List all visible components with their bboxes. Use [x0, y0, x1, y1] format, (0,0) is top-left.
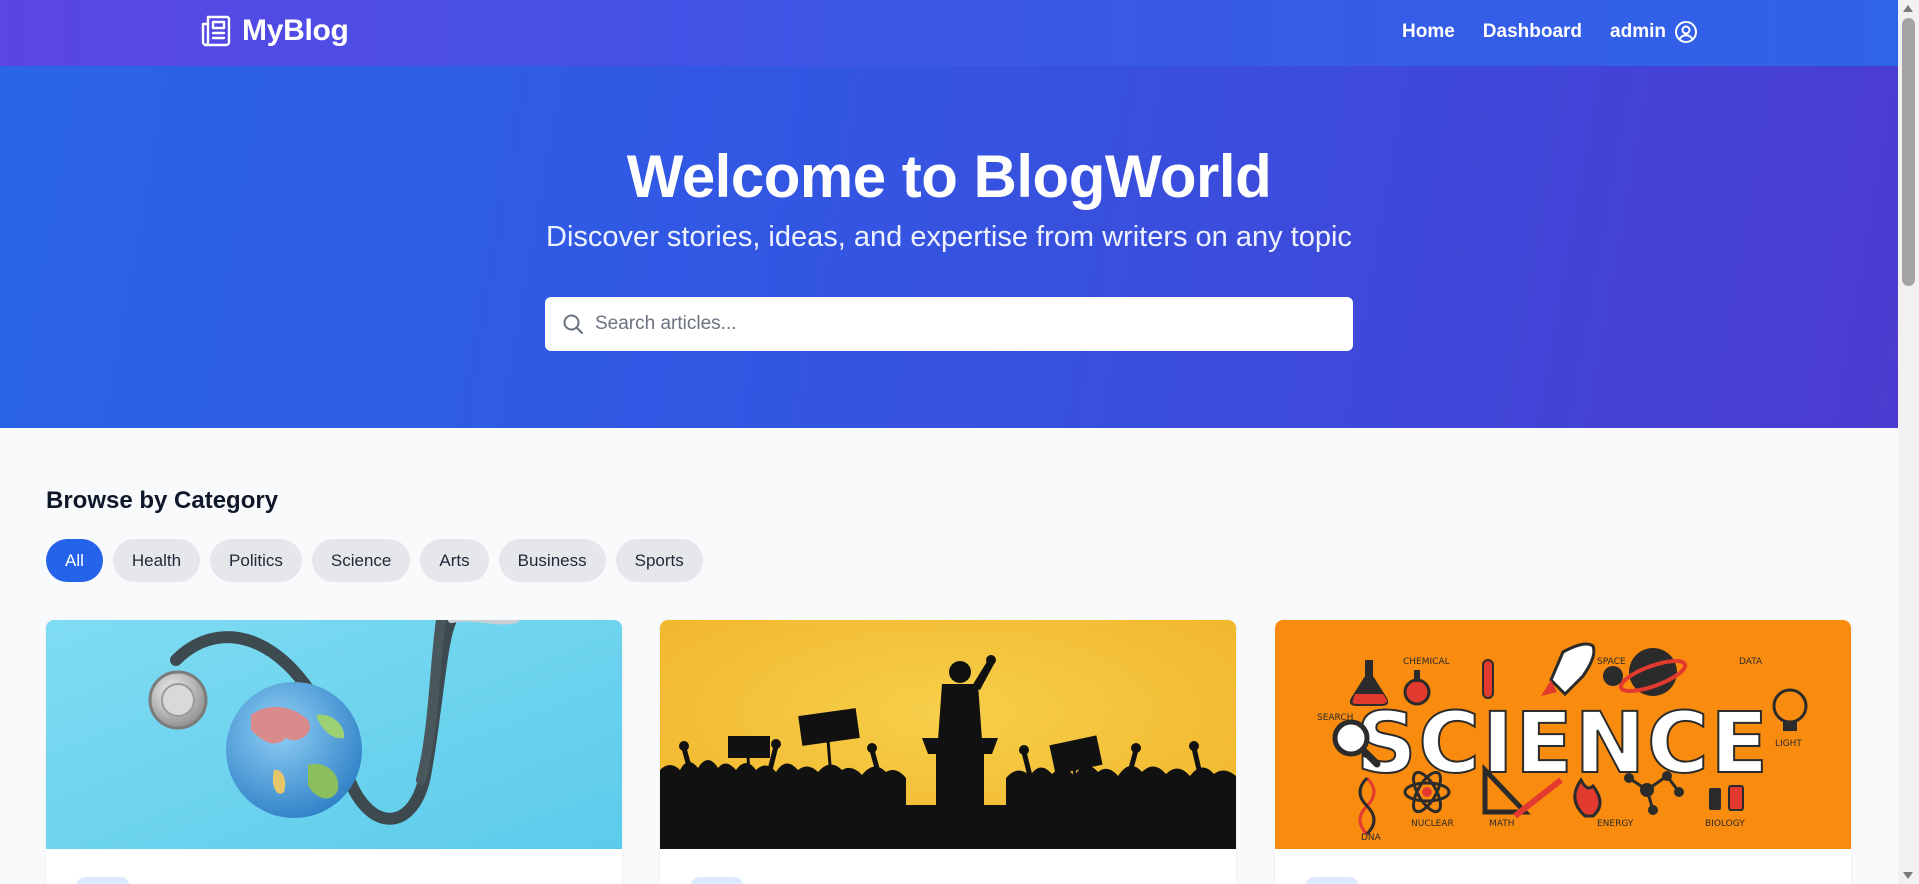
svg-text:NUCLEAR: NUCLEAR — [1411, 819, 1454, 829]
scrollbar-thumb[interactable] — [1902, 18, 1915, 286]
svg-text:SCIENCE: SCIENCE — [1356, 694, 1770, 792]
category-chip-business[interactable]: Business — [498, 539, 606, 582]
category-chip-sports[interactable]: Sports — [615, 539, 703, 582]
article-card-politics[interactable] — [660, 620, 1236, 884]
category-chip-all[interactable]: All — [46, 539, 103, 582]
svg-text:DNA: DNA — [1361, 833, 1382, 843]
svg-text:SPACE: SPACE — [1597, 657, 1626, 667]
user-name: admin — [1610, 21, 1666, 42]
hero-subtitle: Discover stories, ideas, and expertise f… — [546, 221, 1352, 253]
category-filter: All Health Politics Science Arts Busines… — [46, 539, 703, 582]
svg-text:BIOLOGY: BIOLOGY — [1705, 819, 1745, 829]
user-menu[interactable]: admin — [1610, 20, 1698, 44]
brand-name: MyBlog — [242, 14, 349, 47]
page: MyBlog Home Dashboard admin Welcome to B… — [0, 0, 1898, 884]
category-tag — [690, 877, 744, 884]
scroll-up-arrow-icon[interactable] — [1903, 5, 1913, 12]
hero-section: Welcome to BlogWorld Discover stories, i… — [0, 66, 1898, 428]
category-tag — [76, 877, 130, 884]
nav-home-link[interactable]: Home — [1402, 21, 1455, 43]
category-chip-science[interactable]: Science — [311, 539, 411, 582]
nav-links: Home Dashboard admin — [1402, 20, 1698, 44]
page-scrollbar[interactable] — [1898, 0, 1919, 884]
svg-text:DATA: DATA — [1739, 657, 1763, 667]
article-card-science[interactable]: SCIENCE CHEMICAL SPACE DATA SEARCH LIGHT… — [1275, 620, 1851, 884]
svg-text:ENERGY: ENERGY — [1597, 819, 1634, 829]
svg-text:CHEMICAL: CHEMICAL — [1403, 657, 1450, 667]
category-chip-politics[interactable]: Politics — [210, 539, 302, 582]
nav-dashboard-link[interactable]: Dashboard — [1483, 21, 1582, 43]
navbar: MyBlog Home Dashboard admin — [0, 0, 1898, 66]
category-chip-arts[interactable]: Arts — [420, 539, 489, 582]
category-section-title: Browse by Category — [46, 487, 279, 514]
search-input[interactable] — [595, 304, 1335, 344]
protest-crowd-image — [660, 620, 1236, 849]
user-circle-icon — [1675, 21, 1697, 43]
svg-text:MATH: MATH — [1489, 819, 1515, 829]
category-tag — [1305, 877, 1359, 884]
category-chip-health[interactable]: Health — [112, 539, 201, 582]
brand-logo[interactable]: MyBlog — [200, 14, 349, 48]
globe-stethoscope-image — [46, 620, 622, 849]
search-box[interactable] — [545, 297, 1353, 351]
science-illustration-image: SCIENCE CHEMICAL SPACE DATA SEARCH LIGHT… — [1275, 620, 1851, 849]
svg-text:LIGHT: LIGHT — [1775, 739, 1802, 749]
newspaper-icon — [201, 15, 231, 47]
article-card-health[interactable] — [46, 620, 622, 884]
hero-title: Welcome to BlogWorld — [626, 143, 1272, 210]
search-icon — [563, 314, 583, 334]
scroll-down-arrow-icon[interactable] — [1903, 872, 1913, 879]
svg-text:SEARCH: SEARCH — [1317, 713, 1353, 723]
